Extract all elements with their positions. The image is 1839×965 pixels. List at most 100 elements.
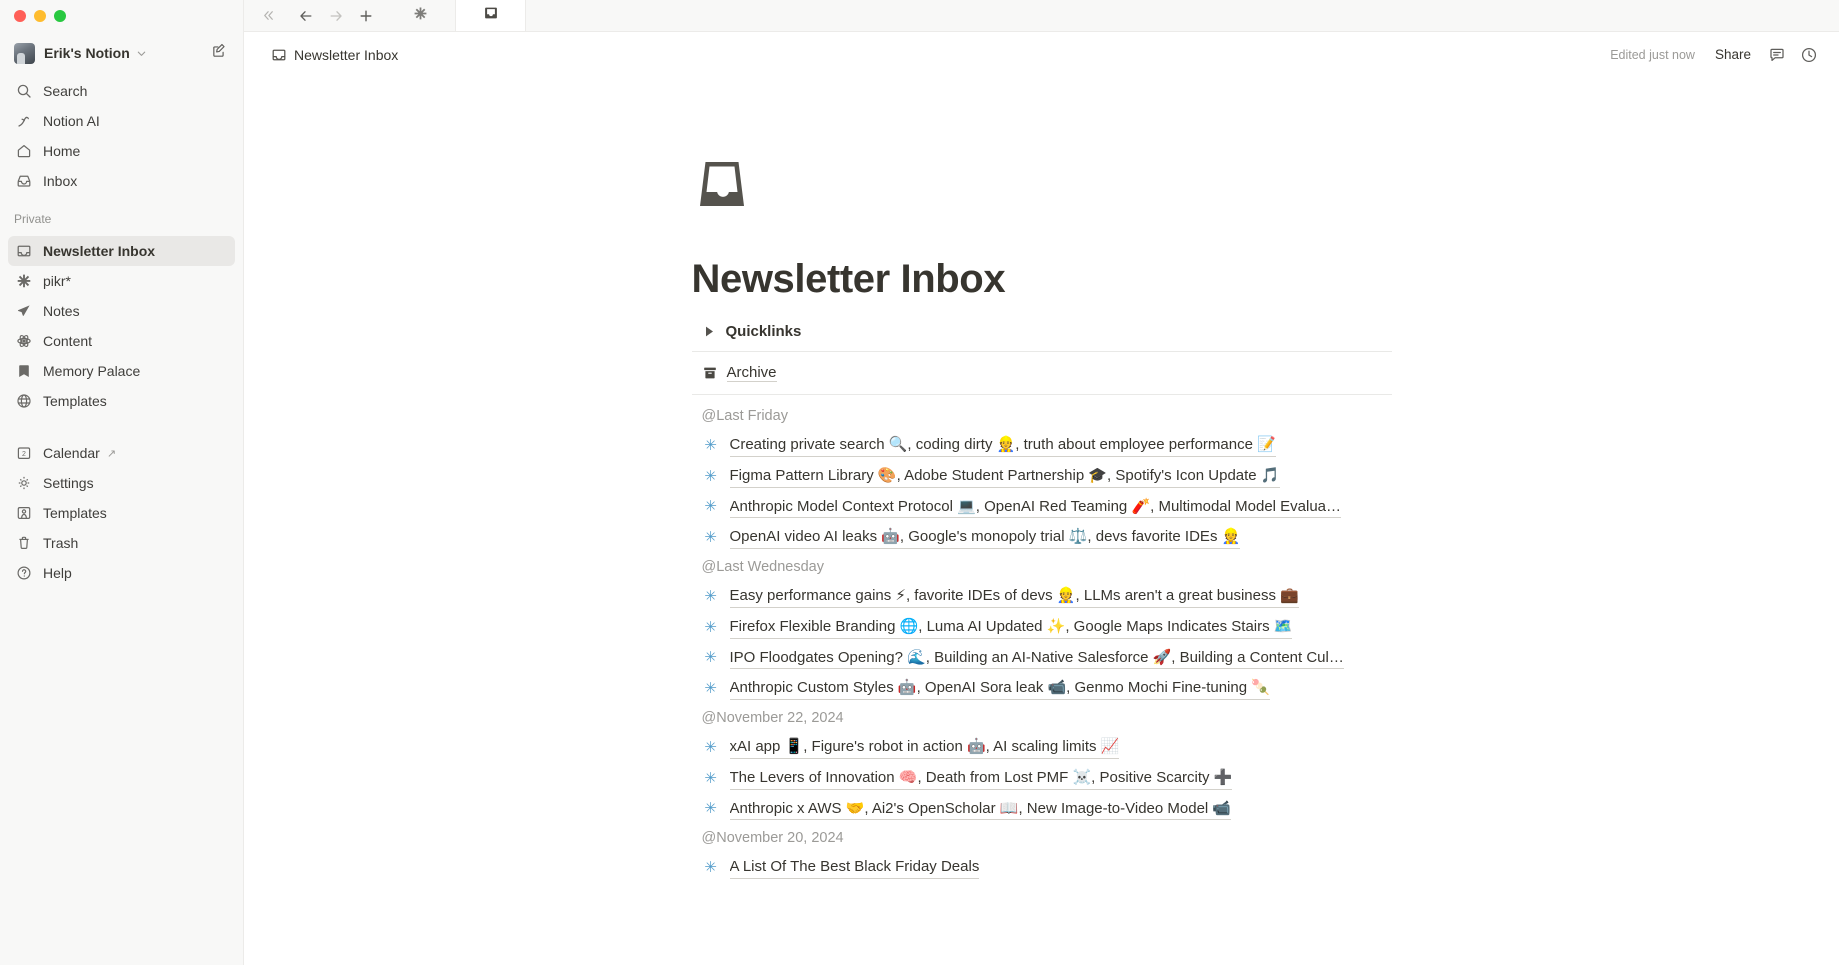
archive-row[interactable]: Archive: [692, 359, 1392, 387]
template-icon: [14, 503, 34, 523]
page-icon[interactable]: [693, 155, 751, 213]
date-group-label: @November 20, 2024: [701, 830, 844, 847]
newsletter-item[interactable]: ✳ Creating private search 🔍, coding dirt…: [692, 430, 1392, 461]
document-scroll-area[interactable]: Newsletter Inbox Quicklinks Archive @Las…: [244, 77, 1839, 965]
newsletter-group: @Last Wednesday ✳ Easy performance gains…: [692, 553, 1392, 704]
newsletter-item[interactable]: ✳ xAI app 📱, Figure's robot in action 🤖,…: [692, 732, 1392, 763]
sidebar-item-pikr[interactable]: pikr*: [8, 266, 235, 296]
breadcrumb[interactable]: Newsletter Inbox: [264, 44, 405, 66]
sidebar-item-label: Notes: [43, 303, 80, 319]
newsletter-link[interactable]: A List Of The Best Black Friday Deals: [729, 856, 980, 879]
forward-button[interactable]: [322, 3, 350, 29]
date-group-label: @November 22, 2024: [701, 710, 844, 726]
newsletter-group: @Last Friday ✳ Creating private search 🔍…: [692, 402, 1392, 553]
sidebar-item-templates[interactable]: Templates: [8, 498, 235, 528]
newsletter-link[interactable]: Anthropic Model Context Protocol 💻, Open…: [729, 496, 1342, 519]
page-title: Newsletter Inbox: [691, 257, 1006, 301]
tab-strip: [244, 0, 1839, 32]
newsletter-item[interactable]: ✳ Anthropic Custom Styles 🤖, OpenAI Sora…: [692, 673, 1392, 704]
newsletter-item[interactable]: ✳ A List Of The Best Black Friday Deals: [692, 852, 1392, 883]
sidebar-item-label: Settings: [43, 475, 94, 491]
sidebar-item-trash[interactable]: Trash: [8, 528, 235, 558]
sidebar-item-label: Home: [43, 143, 81, 159]
newsletter-item[interactable]: ✳ Anthropic x AWS 🤝, Ai2's OpenScholar 📖…: [692, 794, 1392, 825]
newsletter-item[interactable]: ✳ IPO Floodgates Opening? 🌊, Building an…: [692, 643, 1392, 674]
svg-text:2: 2: [22, 451, 26, 458]
newsletter-item[interactable]: ✳ Easy performance gains ⚡, favorite IDE…: [692, 581, 1392, 612]
newsletter-item[interactable]: ✳ Figma Pattern Library 🎨, Adobe Student…: [692, 461, 1392, 492]
tab-newsletter-inbox[interactable]: [456, 0, 526, 31]
document: Newsletter Inbox Quicklinks Archive @Las…: [691, 77, 1392, 883]
sidebar-item-memory-palace[interactable]: Memory Palace: [8, 356, 235, 386]
toggle-quicklinks[interactable]: Quicklinks: [692, 319, 1392, 344]
inbox-tray-icon: [14, 241, 34, 261]
page-header: Newsletter Inbox Edited just now Share: [244, 32, 1839, 77]
comment-icon[interactable]: [1763, 41, 1791, 69]
newsletter-link[interactable]: Easy performance gains ⚡, favorite IDEs …: [729, 585, 1299, 608]
newsletter-link[interactable]: Creating private search 🔍, coding dirty …: [729, 434, 1276, 457]
toggle-label: Quicklinks: [725, 323, 802, 340]
newsletter-link[interactable]: xAI app 📱, Figure's robot in action 🤖, A…: [729, 736, 1120, 759]
chevron-right-icon[interactable]: [702, 324, 718, 340]
new-tab-button[interactable]: [352, 3, 380, 29]
minimize-window-button[interactable]: [34, 10, 46, 22]
close-window-button[interactable]: [14, 10, 26, 22]
sidebar-item-label: Notion AI: [43, 113, 100, 129]
inbox-icon: [14, 171, 34, 191]
newsletter-item[interactable]: ✳ Anthropic Model Context Protocol 💻, Op…: [692, 492, 1392, 523]
sidebar-item-help[interactable]: Help: [8, 558, 235, 588]
sidebar-item-notion-ai[interactable]: Notion AI: [8, 106, 235, 136]
archive-link[interactable]: Archive: [726, 364, 777, 382]
sidebar-collapse-button[interactable]: [254, 3, 282, 29]
sidebar-item-label: pikr*: [43, 273, 72, 289]
sidebar-item-settings[interactable]: Settings: [8, 468, 235, 498]
asterisk-icon: ✳: [704, 858, 717, 877]
newsletter-item[interactable]: ✳ Firefox Flexible Branding 🌐, Luma AI U…: [692, 612, 1392, 643]
sidebar-item-content[interactable]: Content: [8, 326, 235, 356]
share-button[interactable]: Share: [1707, 42, 1759, 67]
newsletter-link[interactable]: Figma Pattern Library 🎨, Adobe Student P…: [729, 465, 1280, 488]
newsletter-groups: @Last Friday ✳ Creating private search 🔍…: [692, 402, 1392, 883]
newsletter-item[interactable]: ✳ The Levers of Innovation 🧠, Death from…: [692, 763, 1392, 794]
sidebar-item-templates-private[interactable]: Templates: [8, 386, 235, 416]
newsletter-link[interactable]: IPO Floodgates Opening? 🌊, Building an A…: [729, 647, 1344, 670]
sidebar-section-private-label: Private: [14, 212, 52, 226]
sidebar-item-label: Newsletter Inbox: [43, 243, 156, 259]
sidebar-item-home[interactable]: Home: [8, 136, 235, 166]
maximize-window-button[interactable]: [54, 10, 66, 22]
newsletter-link[interactable]: Firefox Flexible Branding 🌐, Luma AI Upd…: [729, 616, 1293, 639]
newsletter-link[interactable]: OpenAI video AI leaks 🤖, Google's monopo…: [729, 526, 1241, 549]
newsletter-link[interactable]: Anthropic x AWS 🤝, Ai2's OpenScholar 📖, …: [729, 798, 1232, 821]
asterisk-icon: ✳: [704, 497, 717, 516]
sidebar-item-newsletter-inbox[interactable]: Newsletter Inbox: [8, 236, 235, 266]
home-icon: [14, 141, 34, 161]
bookmark-icon: [14, 361, 34, 381]
atom-icon: [14, 331, 34, 351]
workspace-switcher[interactable]: Erik's Notion: [8, 36, 235, 70]
asterisk-icon: [14, 271, 34, 291]
clock-icon[interactable]: [1795, 41, 1823, 69]
tab-list: [386, 0, 526, 31]
tab-pikr[interactable]: [386, 0, 456, 31]
edited-status: Edited just now: [1610, 47, 1695, 62]
sidebar-item-notes[interactable]: Notes: [8, 296, 235, 326]
newsletter-link[interactable]: The Levers of Innovation 🧠, Death from L…: [729, 767, 1233, 790]
asterisk-icon: ✳: [704, 737, 717, 756]
help-circle-icon: [14, 563, 34, 583]
back-button[interactable]: [292, 3, 320, 29]
paper-plane-icon: [14, 301, 34, 321]
sidebar-item-inbox[interactable]: Inbox: [8, 166, 235, 196]
asterisk-icon: ✳: [704, 617, 717, 636]
sidebar-item-label: Templates: [43, 393, 107, 409]
chevron-down-icon: [136, 48, 147, 59]
inbox-tray-icon: [271, 47, 287, 63]
asterisk-icon: ✳: [704, 435, 717, 454]
newsletter-link[interactable]: Anthropic Custom Styles 🤖, OpenAI Sora l…: [729, 677, 1270, 700]
newsletter-item[interactable]: ✳ OpenAI video AI leaks 🤖, Google's mono…: [692, 522, 1392, 553]
sidebar-private-nav: Newsletter Inbox pikr* Notes Content Mem…: [0, 232, 243, 416]
sidebar-item-calendar[interactable]: 2 Calendar ↗: [8, 438, 235, 468]
new-page-button[interactable]: [205, 36, 233, 64]
gear-icon: [14, 473, 34, 493]
sidebar-item-search[interactable]: Search: [8, 76, 235, 106]
